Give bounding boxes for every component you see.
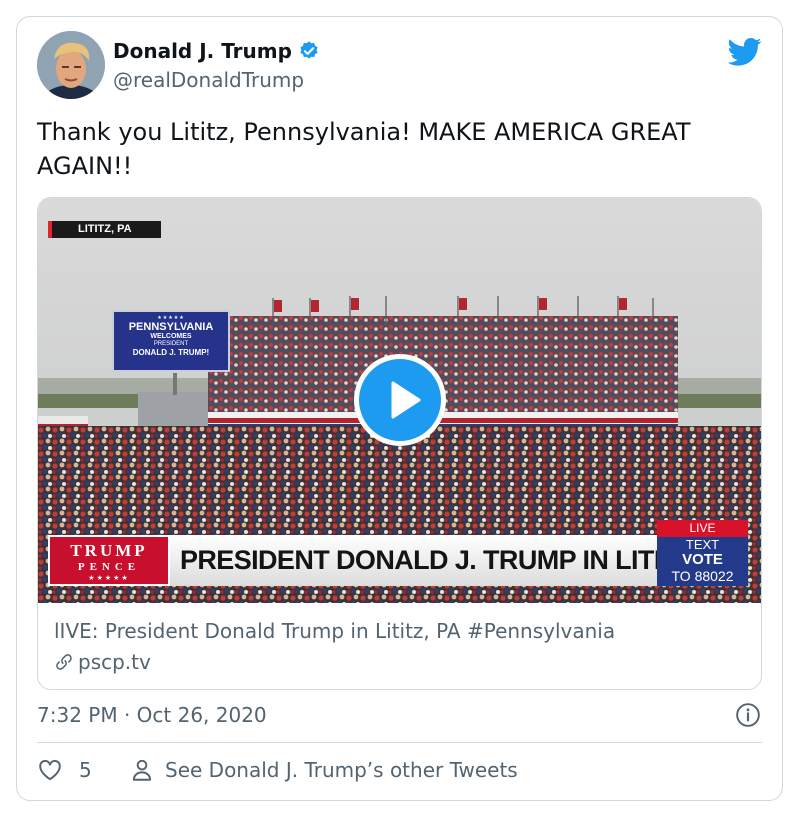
like-button[interactable]: 5 — [37, 757, 92, 783]
link-domain[interactable]: pscp.tv — [78, 650, 151, 674]
avatar[interactable] — [37, 31, 105, 99]
like-count: 5 — [79, 758, 92, 782]
text-vote-box: TEXT VOTE TO 88022 — [657, 537, 748, 586]
live-badge: LIVE — [657, 520, 748, 537]
vote-box-line-3: TO 88022 — [671, 568, 734, 584]
profile-photo-icon — [37, 31, 105, 99]
link-domain-row[interactable]: pscp.tv — [54, 650, 151, 674]
play-button[interactable] — [354, 354, 446, 446]
heart-icon[interactable] — [37, 757, 63, 783]
vote-box-line-2: VOTE — [682, 551, 723, 568]
person-icon — [132, 759, 152, 781]
author-handle[interactable]: @realDonaldTrump — [113, 68, 304, 92]
verified-badge-icon — [300, 41, 318, 59]
vote-box-line-1: TEXT — [685, 537, 720, 552]
billboard-line-1: PENNSYLVANIA — [128, 321, 214, 333]
other-tweets-label[interactable]: See Donald J. Trump’s other Tweets — [165, 758, 518, 782]
twitter-bird-icon[interactable] — [728, 37, 762, 67]
link-icon — [56, 654, 72, 670]
link-title[interactable]: lIVE: President Donald Trump in Lititz, … — [54, 619, 615, 643]
broadcast-headline: PRESIDENT DONALD J. TRUMP IN LITITZ, PA — [170, 535, 741, 586]
other-tweets-link[interactable]: See Donald J. Trump’s other Tweets — [129, 757, 518, 783]
location-tag: LITITZ, PA — [48, 221, 161, 238]
author-name-row[interactable]: Donald J. Trump — [113, 39, 320, 63]
logo-line-1: TRUMP — [70, 541, 148, 560]
billboard-line-3: PRESIDENT — [153, 341, 189, 347]
play-icon — [391, 381, 421, 419]
logo-line-2: PENCE — [77, 561, 141, 573]
info-icon[interactable] — [735, 702, 761, 728]
billboard-line-2: WELCOMES — [150, 333, 192, 340]
link-preview-card[interactable]: LITITZ, PA ★★★★★ PENNSYLVANIA WELCOMES P… — [37, 197, 762, 690]
billboard-line-4: DONALD J. TRUMP! — [132, 348, 210, 357]
display-name[interactable]: Donald J. Trump — [113, 39, 292, 63]
tweet-timestamp[interactable]: 7:32 PM · Oct 26, 2020 — [37, 703, 267, 727]
action-bar: 5 See Donald J. Trump’s other Tweets — [37, 757, 762, 787]
tweet-card: Donald J. Trump @realDonaldTrump Thank y… — [16, 16, 783, 801]
link-info[interactable]: lIVE: President Donald Trump in Lititz, … — [38, 603, 761, 689]
divider — [37, 742, 762, 743]
welcome-billboard: ★★★★★ PENNSYLVANIA WELCOMES PRESIDENT DO… — [112, 310, 230, 372]
broadcast-lower-third: TRUMP PENCE ★★★★★ PRESIDENT DONALD J. TR… — [48, 520, 748, 586]
video-thumbnail[interactable]: LITITZ, PA ★★★★★ PENNSYLVANIA WELCOMES P… — [38, 198, 761, 603]
tweet-text: Thank you Lititz, Pennsylvania! MAKE AME… — [37, 118, 691, 180]
logo-stars: ★★★★★ — [88, 574, 130, 582]
trump-pence-logo: TRUMP PENCE ★★★★★ — [48, 535, 170, 586]
